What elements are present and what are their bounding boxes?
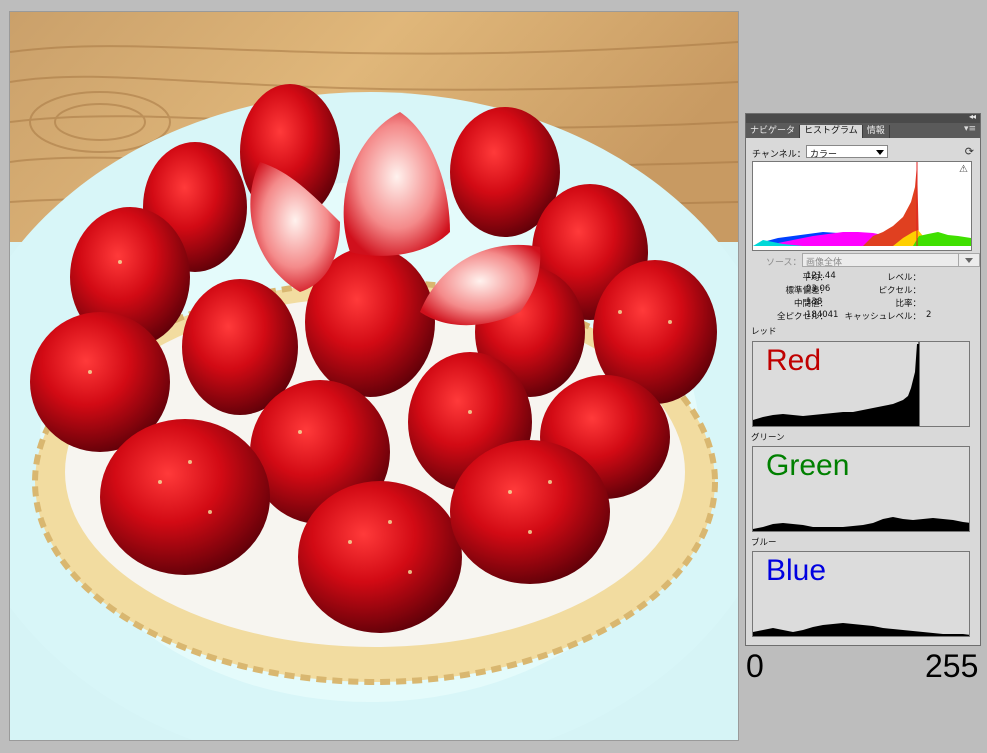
panel-menu-icon[interactable]: ▾≡ [964, 124, 976, 134]
stat-pixels-value: 184041 [806, 310, 839, 320]
channel-label: チャンネル： [752, 150, 806, 160]
warning-icon[interactable]: ⚠ [959, 164, 968, 175]
channel-value: カラー [810, 150, 838, 160]
strawberry-tart-image [10, 12, 738, 740]
blue-big-label: Blue [766, 554, 827, 587]
source-label: ソース： [766, 258, 802, 268]
source-row: ソース： 画像全体 [752, 253, 980, 268]
tab-info[interactable]: 情報 [863, 125, 890, 138]
red-section-label: レッド [751, 327, 777, 337]
tab-histogram[interactable]: ヒストグラム [800, 125, 863, 138]
composite-histogram: ⚠ [752, 161, 972, 251]
stat-cache-level-value: 2 [926, 310, 932, 320]
stat-median-value: 138 [806, 297, 823, 307]
source-select[interactable]: 画像全体 [802, 253, 980, 268]
double-chevron-icon[interactable]: ◂◂ [969, 112, 976, 121]
panel-titlebar[interactable]: ◂◂ [746, 112, 980, 123]
blue-section-label: ブルー [751, 538, 777, 548]
refresh-icon[interactable]: ⟳ [965, 145, 974, 158]
red-histogram: Red [752, 341, 970, 427]
stat-stddev-value: 93.06 [806, 284, 831, 294]
red-big-label: Red [766, 344, 822, 377]
axis-max-label: 255 [925, 648, 979, 684]
channel-row: チャンネル： カラー ⟳ [752, 145, 976, 160]
chevron-down-icon [876, 150, 884, 155]
green-histogram: Green [752, 446, 970, 532]
histogram-panel: ◂◂ ナビゲータ ヒストグラム 情報 ▾≡ チャンネル： カラー ⟳ ⚠ ソース… [745, 112, 981, 646]
blue-histogram: Blue [752, 551, 970, 637]
composite-histogram-graph [753, 162, 971, 246]
chevron-down-icon[interactable] [958, 254, 979, 266]
panel-tabbar: ナビゲータ ヒストグラム 情報 ▾≡ [746, 123, 980, 138]
green-section-label: グリーン [751, 433, 785, 443]
stat-mean-value: 121.44 [806, 271, 836, 281]
photo-canvas [10, 12, 738, 740]
tab-navigator[interactable]: ナビゲータ [746, 125, 801, 138]
source-value: 画像全体 [806, 258, 843, 268]
channel-select[interactable]: カラー [806, 145, 888, 160]
axis-min-label: 0 [746, 648, 764, 684]
green-big-label: Green [766, 449, 850, 482]
